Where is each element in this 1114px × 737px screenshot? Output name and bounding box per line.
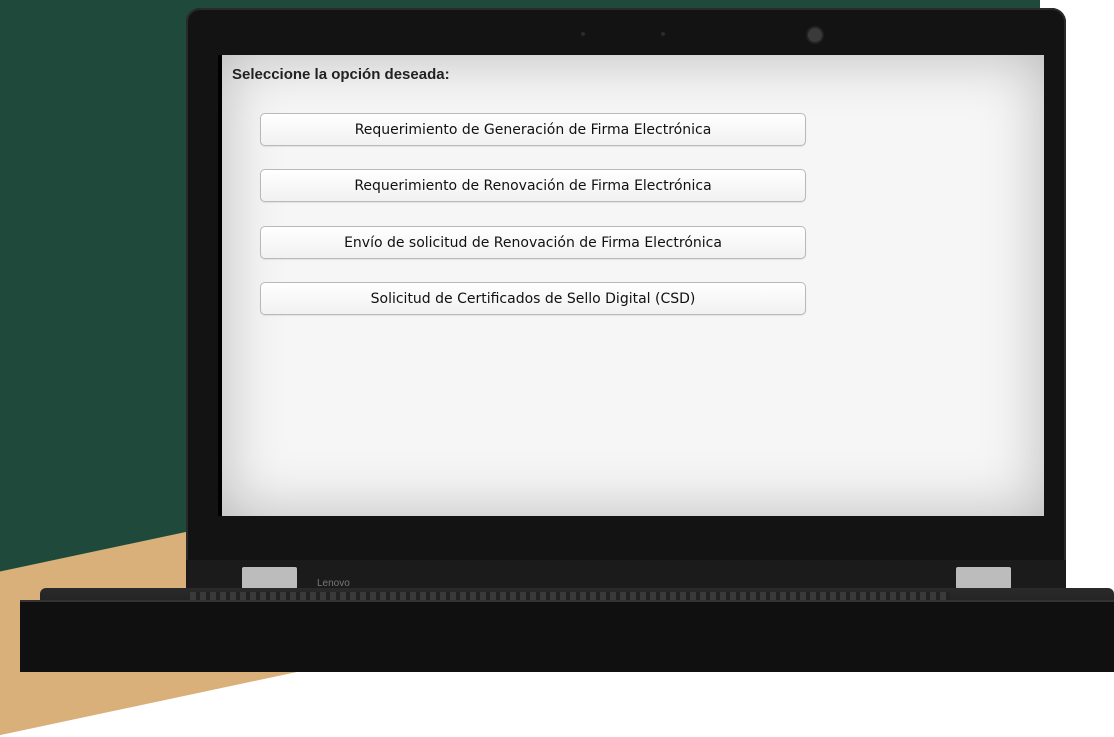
sensor-dot-icon <box>661 32 665 36</box>
option-envio-renovacion-button[interactable]: Envío de solicitud de Renovación de Firm… <box>260 226 806 259</box>
webcam-icon <box>806 26 824 44</box>
option-generacion-firma-button[interactable]: Requerimiento de Generación de Firma Ele… <box>260 113 806 146</box>
option-csd-button[interactable]: Solicitud de Certificados de Sello Digit… <box>260 282 806 315</box>
right-hinge <box>956 567 1011 589</box>
left-hinge <box>242 567 297 589</box>
laptop-deck <box>20 600 1114 672</box>
option-renovacion-firma-button[interactable]: Requerimiento de Renovación de Firma Ele… <box>260 169 806 202</box>
sensor-dot-icon <box>581 32 585 36</box>
page-prompt: Seleccione la opción deseada: <box>232 66 450 83</box>
